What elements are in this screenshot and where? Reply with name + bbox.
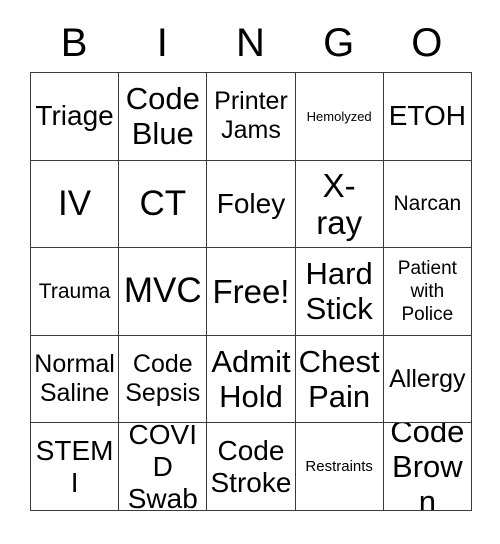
bingo-row: IV CT Foley X- ray Narcan xyxy=(31,160,472,249)
bingo-cell-label: Foley xyxy=(216,187,286,219)
bingo-cell-label: ETOH xyxy=(388,100,466,132)
bingo-cell-label: Chest Pain xyxy=(298,344,380,415)
bingo-cell-label: Narcan xyxy=(393,192,462,216)
bingo-cell-label: Free! xyxy=(212,272,290,310)
bingo-cell[interactable]: Patient with Police xyxy=(383,248,472,336)
bingo-cell-label: CT xyxy=(139,183,187,223)
bingo-cell[interactable]: Chest Pain xyxy=(295,335,384,424)
header-letter-i: I xyxy=(156,21,168,65)
bingo-cell[interactable]: Normal Saline xyxy=(31,335,120,424)
bingo-cell-label: Allergy xyxy=(389,364,466,393)
bingo-header: B I N G O xyxy=(30,14,471,72)
bingo-row: Trauma MVC Free! Hard Stick Patient with… xyxy=(31,248,472,336)
bingo-cell[interactable]: Narcan xyxy=(383,160,472,249)
bingo-cell-label: Triage xyxy=(35,100,114,132)
header-letter-n: N xyxy=(236,21,265,65)
bingo-cell[interactable]: COVID Swab xyxy=(119,423,208,511)
bingo-cell-label: COVID Swab xyxy=(127,423,198,511)
bingo-cell[interactable]: Code Stroke xyxy=(207,423,296,511)
bingo-cell[interactable]: STEMI xyxy=(31,423,120,511)
bingo-cell-label: MVC xyxy=(123,271,202,311)
bingo-cell-label: Code Stroke xyxy=(210,434,292,498)
bingo-cell[interactable]: Allergy xyxy=(383,335,472,424)
bingo-cell-label: Normal Saline xyxy=(34,350,115,408)
bingo-cell[interactable]: Hemolyzed xyxy=(295,73,384,161)
bingo-cell[interactable]: IV xyxy=(31,160,120,249)
bingo-cell[interactable]: ETOH xyxy=(383,73,472,161)
bingo-cell[interactable]: Printer Jams xyxy=(207,73,296,161)
bingo-cell-label: Trauma xyxy=(38,279,111,303)
bingo-cell-label: IV xyxy=(58,183,92,223)
bingo-cell-label: Admit Hold xyxy=(211,344,291,415)
bingo-row: STEMI COVID Swab Code Stroke Restraints … xyxy=(31,423,472,511)
bingo-cell[interactable]: Foley xyxy=(207,160,296,249)
bingo-cell[interactable]: Admit Hold xyxy=(207,335,296,424)
bingo-cell[interactable]: Restraints xyxy=(295,423,384,511)
bingo-cell-label: Printer Jams xyxy=(214,87,288,145)
bingo-cell-label: Restraints xyxy=(305,458,373,476)
bingo-cell[interactable]: Code Sepsis xyxy=(119,335,208,424)
bingo-card: B I N G O Triage Code Blue Printer Jams … xyxy=(30,14,472,511)
bingo-cell-label: X- ray xyxy=(316,166,363,241)
bingo-cell[interactable]: Code Blue xyxy=(119,73,208,161)
bingo-row: Normal Saline Code Sepsis Admit Hold Che… xyxy=(31,335,472,424)
bingo-grid: Triage Code Blue Printer Jams Hemolyzed … xyxy=(30,72,472,511)
bingo-cell-label: Patient with Police xyxy=(397,257,457,325)
bingo-cell-label: Hard Stick xyxy=(305,256,373,327)
bingo-cell-label: Code Blue xyxy=(125,81,200,152)
bingo-cell-label: Code Brown xyxy=(390,423,465,511)
bingo-cell[interactable]: Hard Stick xyxy=(295,248,384,336)
bingo-cell-label: STEMI xyxy=(35,434,114,498)
bingo-cell-free[interactable]: Free! xyxy=(207,248,296,336)
bingo-cell[interactable]: Code Brown xyxy=(383,423,472,511)
bingo-cell[interactable]: Triage xyxy=(31,73,120,161)
bingo-cell[interactable]: CT xyxy=(119,160,208,249)
bingo-cell[interactable]: X- ray xyxy=(295,160,384,249)
header-letter-o: O xyxy=(411,21,443,65)
bingo-cell[interactable]: Trauma xyxy=(31,248,120,336)
header-letter-b: B xyxy=(60,21,88,65)
bingo-cell-label: Code Sepsis xyxy=(125,350,201,408)
header-letter-g: G xyxy=(323,21,355,65)
bingo-row: Triage Code Blue Printer Jams Hemolyzed … xyxy=(31,73,472,161)
bingo-cell[interactable]: MVC xyxy=(119,248,208,336)
bingo-cell-label: Hemolyzed xyxy=(306,108,372,124)
